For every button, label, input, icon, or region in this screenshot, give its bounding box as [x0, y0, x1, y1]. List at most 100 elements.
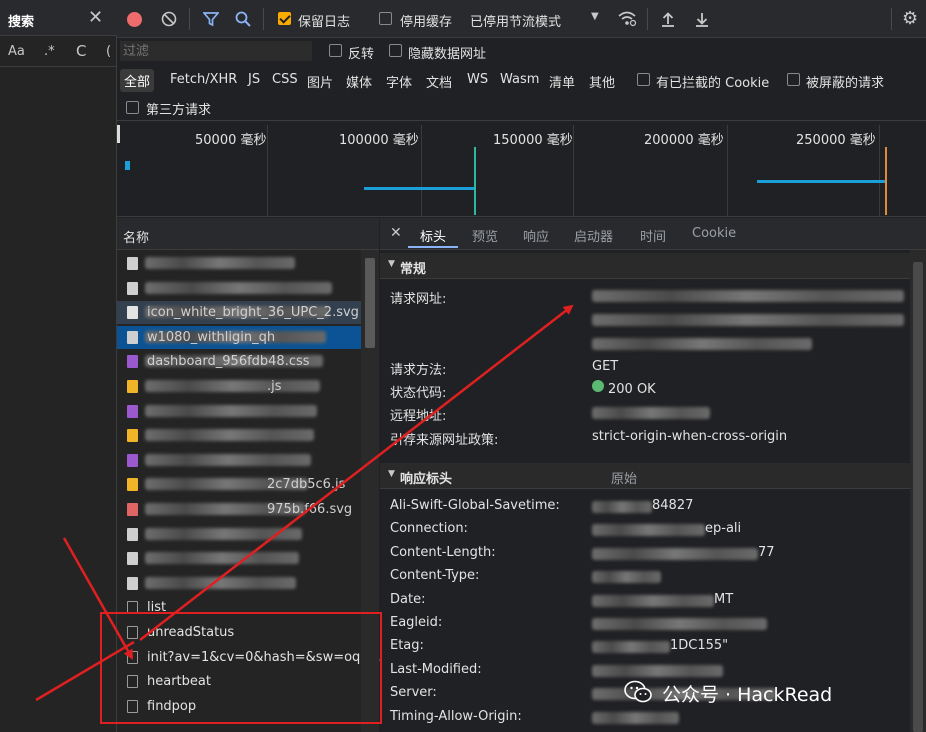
request-row[interactable] — [117, 449, 361, 472]
request-row[interactable]: icon_white_bright_36_UPC_2.svg — [117, 301, 361, 325]
remote-address-key: 远程地址: — [390, 409, 447, 424]
redacted-value — [145, 453, 311, 466]
tab-cookies[interactable]: Cookie — [692, 226, 736, 241]
wifi-settings-icon[interactable] — [617, 10, 637, 27]
resource-icon — [127, 552, 138, 566]
request-row[interactable]: dashboard_956fdb48.css — [117, 350, 361, 373]
request-row[interactable]: 2c7db5c6.js — [117, 473, 361, 496]
clear-icon[interactable]: ( — [106, 44, 111, 59]
close-icon[interactable]: ✕ — [390, 225, 402, 241]
redacted-value — [145, 380, 320, 392]
request-name: icon_white_bright_36_UPC_2.svg — [147, 305, 359, 321]
request-row[interactable] — [117, 400, 361, 423]
refresh-icon[interactable]: C — [76, 42, 86, 60]
tab-initiator[interactable]: 启动器 — [574, 226, 613, 245]
active-tab-indicator — [408, 246, 458, 248]
tab-response[interactable]: 响应 — [523, 226, 549, 245]
timeline-marker — [474, 147, 476, 215]
response-header-key: Connection: — [390, 521, 468, 537]
tab-headers[interactable]: 标头 — [420, 226, 446, 245]
response-header-value: 1DC155" — [670, 638, 729, 654]
search-icon[interactable] — [235, 11, 251, 27]
third-party-label: 第三方请求 — [146, 103, 212, 118]
type-filter-wasm[interactable]: Wasm — [500, 72, 539, 87]
invert-checkbox[interactable] — [329, 44, 342, 57]
request-row[interactable] — [117, 424, 361, 447]
type-filter-font[interactable]: 字体 — [386, 72, 412, 91]
tab-preview[interactable]: 预览 — [472, 226, 498, 245]
third-party-checkbox[interactable] — [126, 101, 139, 114]
type-filter-doc[interactable]: 文档 — [426, 72, 452, 91]
general-section-header[interactable]: ▼ 常规 — [380, 253, 910, 279]
third-party-row: 第三方请求 — [117, 93, 926, 121]
chevron-down-icon[interactable]: ▼ — [591, 11, 599, 22]
request-row[interactable] — [117, 277, 361, 300]
response-header-key: Last-Modified: — [390, 661, 482, 677]
response-header-key: Etag: — [390, 638, 424, 654]
type-filter-manifest[interactable]: 清单 — [549, 72, 575, 91]
filter-icon[interactable] — [203, 11, 219, 27]
export-icon[interactable] — [695, 11, 709, 27]
redacted-value — [592, 571, 661, 584]
details-scrollbar[interactable] — [910, 250, 926, 732]
preserve-log-checkbox[interactable] — [278, 12, 291, 25]
resource-icon — [127, 527, 138, 541]
status-code-value: 200 OK — [608, 382, 656, 397]
request-row[interactable] — [117, 523, 361, 546]
overview-handle[interactable] — [117, 125, 120, 143]
response-header-value: 77 — [758, 544, 775, 560]
filter-input[interactable] — [120, 41, 312, 61]
request-row[interactable]: w1080_withligin_qh — [117, 325, 361, 349]
import-icon[interactable] — [661, 11, 675, 27]
disable-cache-checkbox[interactable] — [379, 12, 392, 25]
resource-icon — [127, 429, 138, 443]
timeline-overview[interactable]: 50000 毫秒 100000 毫秒 150000 毫秒 200000 毫秒 2… — [117, 121, 926, 217]
regex-icon[interactable]: .* — [44, 44, 55, 59]
blocked-cookies-checkbox[interactable] — [637, 73, 650, 86]
raw-toggle[interactable]: 原始 — [611, 468, 637, 487]
blocked-requests-checkbox[interactable] — [787, 73, 800, 86]
request-row[interactable]: 975b.f66.svg — [117, 498, 361, 521]
response-header-value: 84827 — [652, 498, 694, 513]
clear-log-icon[interactable] — [161, 11, 177, 27]
type-filter-js[interactable]: JS — [248, 72, 260, 87]
gear-icon[interactable]: ⚙ — [902, 8, 918, 29]
throttling-select[interactable]: 已停用节流模式 — [470, 11, 561, 30]
redacted-value — [145, 257, 295, 269]
type-filter-css[interactable]: CSS — [272, 72, 298, 87]
record-icon[interactable] — [127, 12, 142, 27]
hide-data-urls-label: 隐藏数据网址 — [408, 47, 487, 62]
referrer-policy-key: 引荐来源网址政策: — [390, 433, 499, 448]
type-filter-media[interactable]: 媒体 — [346, 72, 372, 91]
scrollbar-thumb[interactable] — [365, 258, 375, 348]
timeline-bar — [125, 161, 130, 170]
match-case-icon[interactable]: Aa — [8, 44, 25, 59]
resource-icon — [127, 355, 138, 369]
request-row[interactable] — [117, 252, 361, 275]
response-headers-section-header[interactable]: ▼ 响应标头 原始 — [380, 463, 910, 489]
response-header-key: Content-Type: — [390, 568, 480, 584]
type-filter-fetch-xhr[interactable]: Fetch/XHR — [170, 72, 237, 87]
request-list-header[interactable]: 名称 — [117, 218, 379, 250]
timeline-bar — [364, 187, 474, 190]
type-filter-img[interactable]: 图片 — [307, 72, 333, 91]
divider — [189, 8, 190, 30]
request-row[interactable]: .js — [117, 375, 361, 398]
request-row[interactable] — [117, 547, 361, 570]
redacted-value — [592, 618, 767, 630]
type-filter-other[interactable]: 其他 — [589, 72, 615, 91]
scrollbar-thumb[interactable] — [913, 262, 923, 732]
tab-timing[interactable]: 时间 — [640, 226, 666, 245]
request-row[interactable] — [117, 572, 361, 595]
search-tab[interactable]: 搜索 ✕ — [0, 0, 117, 36]
redacted-value — [592, 501, 652, 513]
request-name: 975b.f66.svg — [267, 502, 353, 517]
type-filter-all[interactable]: 全部 — [120, 69, 155, 92]
close-icon[interactable]: ✕ — [88, 7, 103, 28]
hide-data-urls-checkbox[interactable] — [389, 44, 402, 57]
type-filter-ws[interactable]: WS — [467, 72, 488, 87]
response-header-key: Timing-Allow-Origin: — [390, 708, 522, 724]
response-header-value: ep-ali — [705, 521, 742, 537]
referrer-policy-value: strict-origin-when-cross-origin — [592, 429, 788, 444]
resource-icon — [127, 281, 138, 295]
